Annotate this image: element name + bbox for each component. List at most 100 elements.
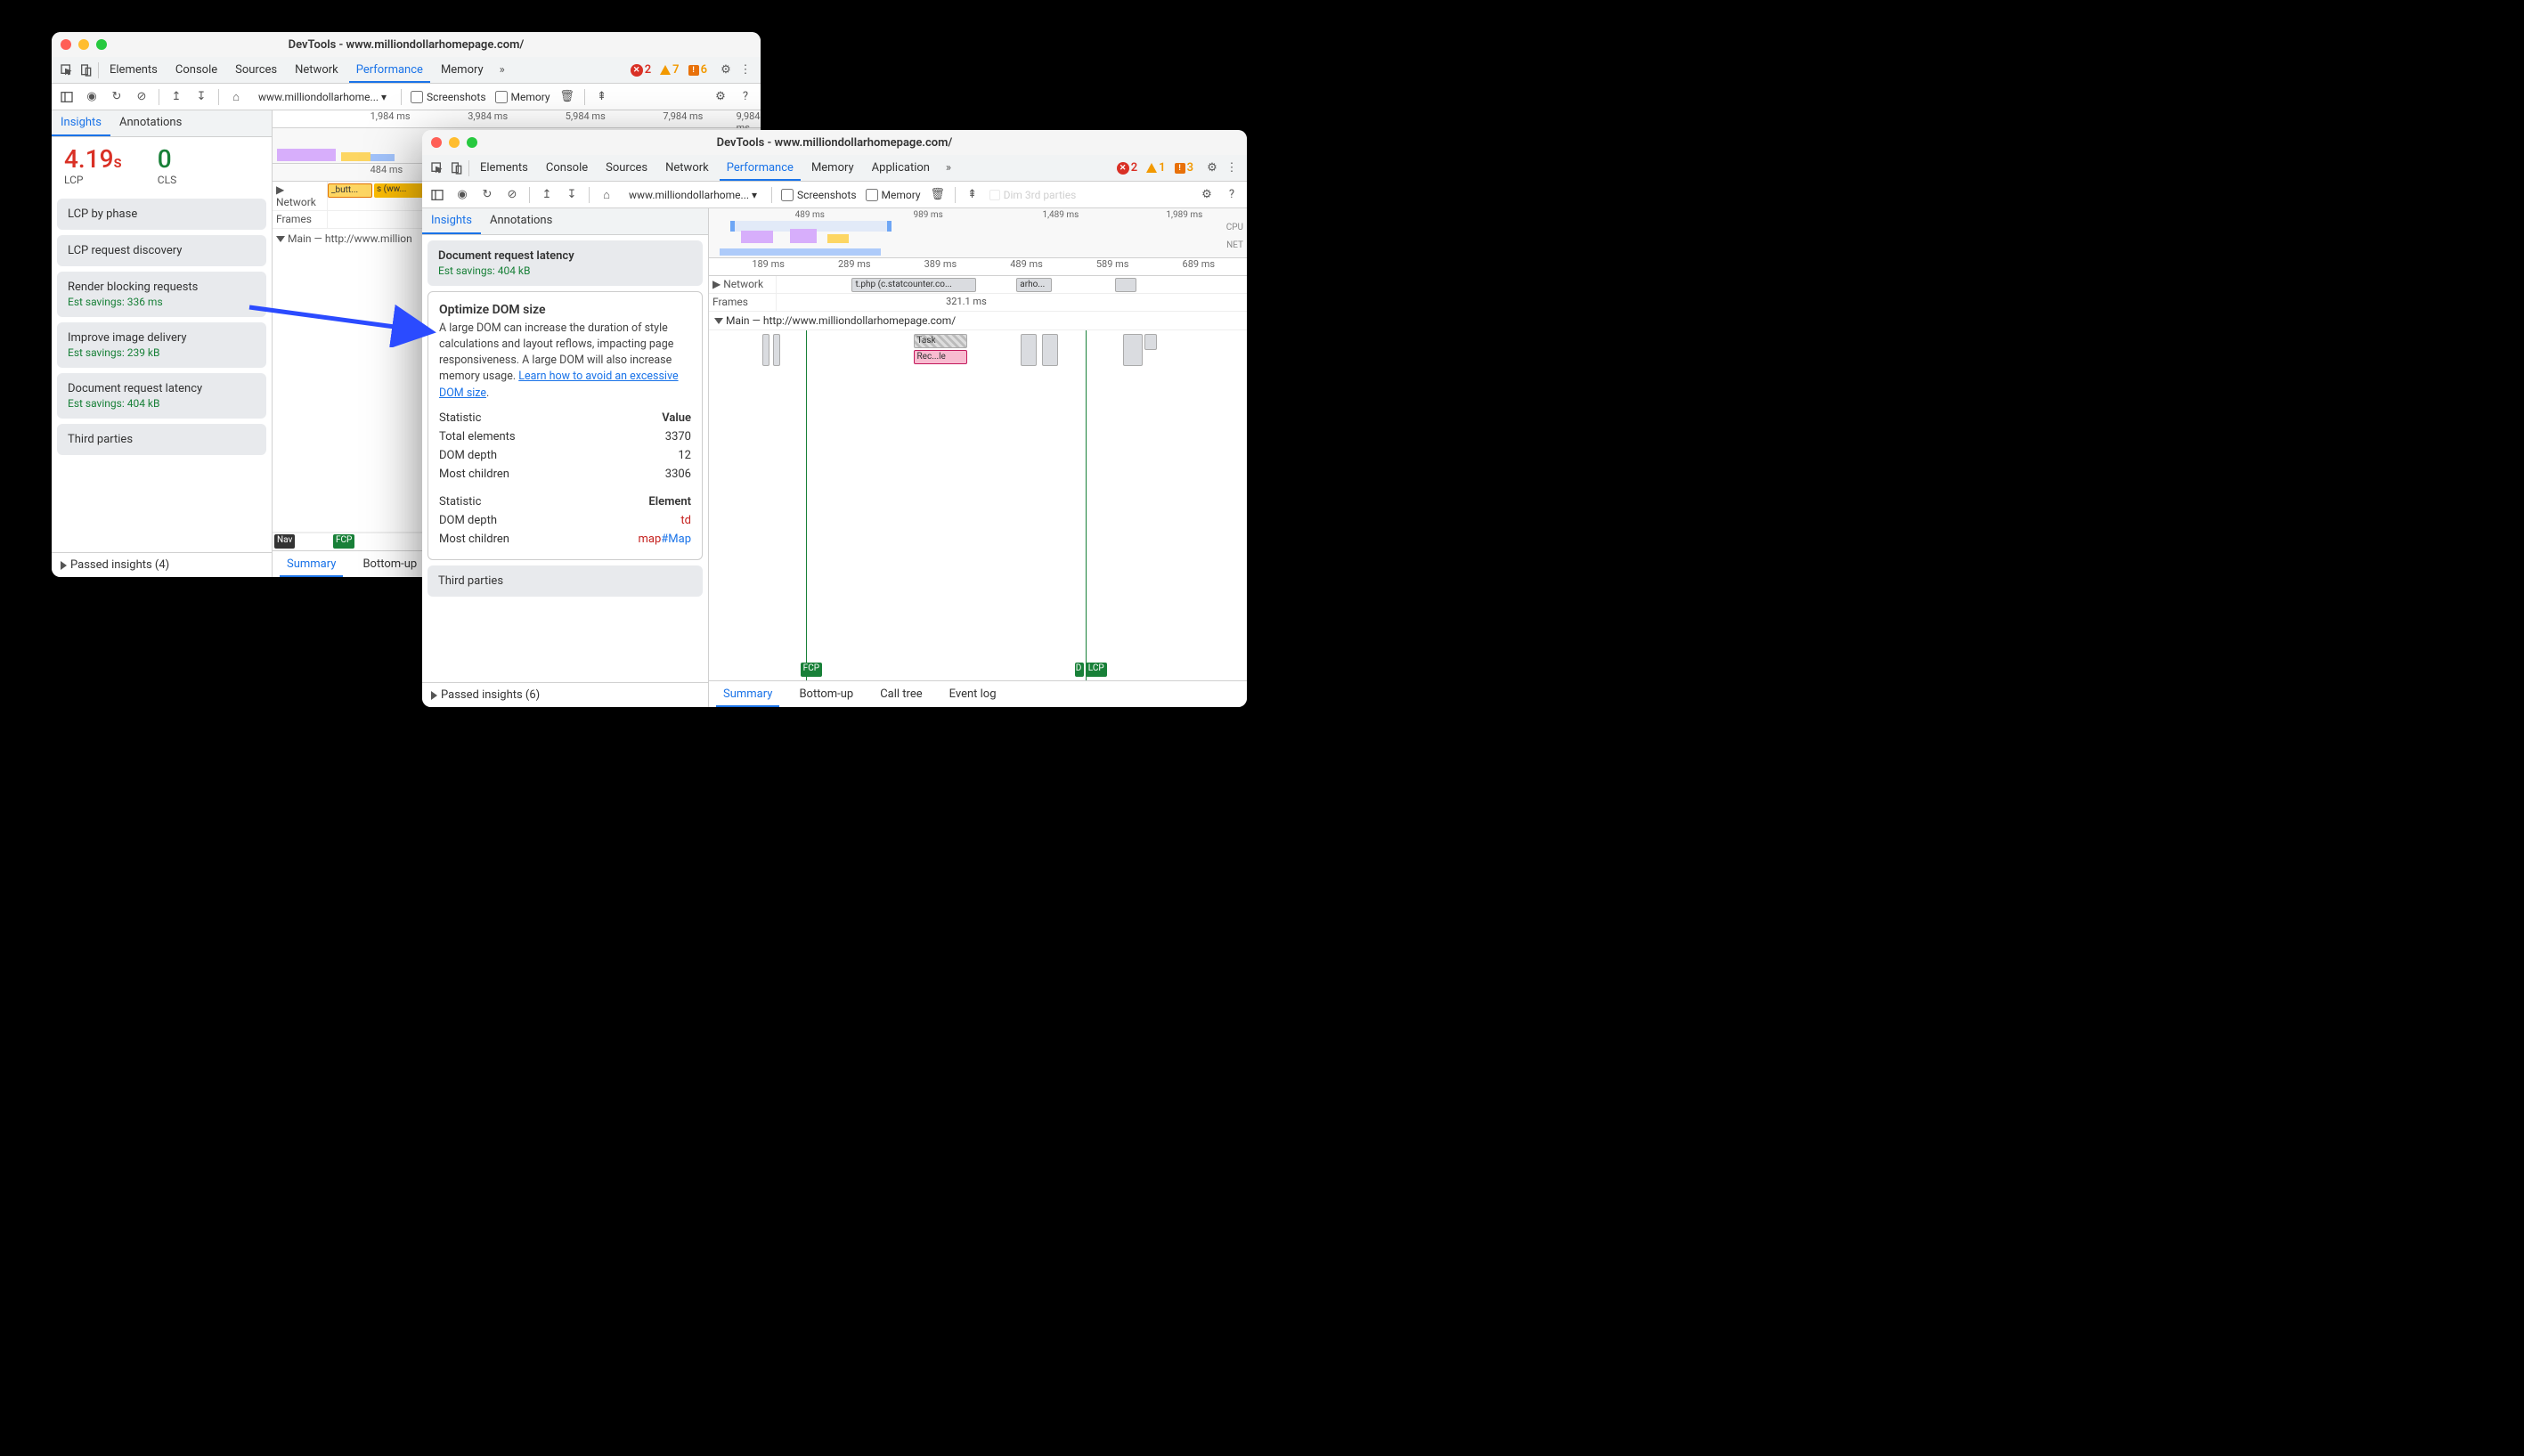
- minimize-icon[interactable]: [449, 137, 460, 148]
- screenshots-checkbox[interactable]: Screenshots: [781, 189, 856, 201]
- screenshots-checkbox[interactable]: Screenshots: [411, 91, 485, 103]
- tab-bottom-up[interactable]: Bottom-up: [792, 682, 860, 706]
- maximize-icon[interactable]: [96, 39, 107, 50]
- passed-insights-toggle[interactable]: Passed insights (4): [52, 552, 272, 577]
- flamechart-area[interactable]: Task Rec...le FCP D LCP: [709, 330, 1247, 680]
- kebab-icon[interactable]: ⋮: [737, 62, 753, 78]
- warning-badge[interactable]: 7: [660, 63, 679, 77]
- tab-event-log[interactable]: Event log: [942, 682, 1004, 706]
- tab-sources[interactable]: Sources: [228, 58, 284, 82]
- overview-ruler[interactable]: 1,984 ms 3,984 ms 5,984 ms 7,984 ms 9,98…: [273, 110, 761, 128]
- help-icon[interactable]: ?: [737, 89, 753, 105]
- upload-icon[interactable]: ↥: [539, 187, 555, 203]
- network-track[interactable]: ▶ Network t.php (c.statcounter.co... arh…: [709, 276, 1247, 294]
- help-icon[interactable]: ?: [1224, 187, 1240, 203]
- maximize-icon[interactable]: [467, 137, 477, 148]
- device-icon[interactable]: [78, 62, 94, 78]
- gear-icon[interactable]: ⚙: [718, 62, 734, 78]
- tab-memory[interactable]: Memory: [434, 58, 491, 82]
- error-badge[interactable]: ✕2: [631, 63, 651, 77]
- home-icon[interactable]: ⌂: [598, 187, 615, 203]
- device-icon[interactable]: [449, 160, 465, 176]
- collapse-icon[interactable]: ⇞: [594, 89, 610, 105]
- overview-minimap[interactable]: 489 ms 989 ms 1,489 ms 1,989 ms CPU NET: [709, 208, 1247, 258]
- insight-card[interactable]: Third parties: [57, 424, 266, 455]
- download-icon[interactable]: ↧: [564, 187, 580, 203]
- close-icon[interactable]: [431, 137, 442, 148]
- timeline-panel[interactable]: 489 ms 989 ms 1,489 ms 1,989 ms CPU NET …: [709, 208, 1247, 707]
- tab-console[interactable]: Console: [168, 58, 224, 82]
- url-selector[interactable]: www.milliondollarhome... ▾: [253, 89, 392, 105]
- record-icon[interactable]: ◉: [84, 89, 100, 105]
- element-stat-row[interactable]: Most childrenmap#Map: [439, 530, 691, 549]
- insight-card[interactable]: Document request latencyEst savings: 404…: [57, 373, 266, 419]
- minimize-icon[interactable]: [78, 39, 89, 50]
- cls-metric[interactable]: 0 CLS: [158, 144, 176, 186]
- tab-performance[interactable]: Performance: [720, 156, 801, 181]
- record-icon[interactable]: ◉: [454, 187, 470, 203]
- passed-insights-toggle[interactable]: Passed insights (6): [422, 682, 708, 707]
- tab-insights[interactable]: Insights: [52, 110, 110, 136]
- collapse-icon[interactable]: ⇞: [965, 187, 981, 203]
- close-icon[interactable]: [61, 39, 71, 50]
- tab-call-tree[interactable]: Call tree: [873, 682, 929, 706]
- memory-checkbox[interactable]: Memory: [495, 91, 550, 103]
- lcp-metric[interactable]: 4.19s LCP: [64, 144, 122, 186]
- tab-application[interactable]: Application: [865, 156, 937, 180]
- main-track-header[interactable]: Main — http://www.milliondollarhomepage.…: [709, 312, 1247, 330]
- detail-tabs: Summary Bottom-up Call tree Event log: [709, 680, 1247, 707]
- gear-icon[interactable]: ⚙: [712, 89, 729, 105]
- tab-summary[interactable]: Summary: [280, 552, 343, 577]
- tab-insights[interactable]: Insights: [422, 208, 481, 234]
- stat-row: Total elements3370: [439, 427, 691, 446]
- tab-network[interactable]: Network: [658, 156, 716, 180]
- insight-card[interactable]: Improve image deliveryEst savings: 239 k…: [57, 322, 266, 368]
- gear-icon[interactable]: ⚙: [1199, 187, 1215, 203]
- inspect-icon[interactable]: [59, 62, 75, 78]
- tab-network[interactable]: Network: [288, 58, 346, 82]
- inspect-icon[interactable]: [429, 160, 445, 176]
- tab-performance[interactable]: Performance: [349, 58, 430, 83]
- tab-annotations[interactable]: Annotations: [481, 208, 561, 234]
- memory-checkbox[interactable]: Memory: [866, 189, 921, 201]
- insight-card-doc-latency[interactable]: Document request latency Est savings: 40…: [427, 240, 703, 286]
- more-tabs-icon[interactable]: »: [494, 62, 510, 78]
- reload-icon[interactable]: ↻: [109, 89, 125, 105]
- element-stat-row[interactable]: DOM depthtd: [439, 511, 691, 530]
- tab-bottom-up[interactable]: Bottom-up: [355, 552, 424, 576]
- flame-ruler[interactable]: 189 ms 289 ms 389 ms 489 ms 589 ms 689 m…: [709, 258, 1247, 276]
- url-selector[interactable]: www.milliondollarhome... ▾: [623, 187, 762, 203]
- download-icon[interactable]: ↧: [193, 89, 209, 105]
- trash-icon[interactable]: 🗑: [559, 89, 575, 105]
- toggle-panel-icon[interactable]: [429, 187, 445, 203]
- frames-track[interactable]: Frames 321.1 ms: [709, 294, 1247, 312]
- insight-card[interactable]: LCP request discovery: [57, 235, 266, 266]
- insight-card[interactable]: Render blocking requestsEst savings: 336…: [57, 272, 266, 317]
- tab-elements[interactable]: Elements: [473, 156, 535, 180]
- issues-badge[interactable]: !6: [688, 63, 707, 77]
- home-icon[interactable]: ⌂: [228, 89, 244, 105]
- upload-icon[interactable]: ↥: [168, 89, 184, 105]
- tab-memory[interactable]: Memory: [804, 156, 861, 180]
- dim-third-parties[interactable]: Dim 3rd parties: [989, 189, 1077, 201]
- clear-icon[interactable]: ⊘: [134, 89, 150, 105]
- more-tabs-icon[interactable]: »: [940, 160, 957, 176]
- tab-elements[interactable]: Elements: [102, 58, 165, 82]
- reload-icon[interactable]: ↻: [479, 187, 495, 203]
- clear-icon[interactable]: ⊘: [504, 187, 520, 203]
- main-tabbar: Elements Console Sources Network Perform…: [422, 155, 1247, 182]
- tab-summary[interactable]: Summary: [716, 682, 779, 707]
- insight-card-optimize-dom[interactable]: Optimize DOM size A large DOM can increa…: [427, 291, 703, 560]
- insight-card[interactable]: LCP by phase: [57, 199, 266, 230]
- tab-sources[interactable]: Sources: [598, 156, 655, 180]
- tab-console[interactable]: Console: [539, 156, 595, 180]
- trash-icon[interactable]: 🗑: [930, 187, 946, 203]
- kebab-icon[interactable]: ⋮: [1224, 160, 1240, 176]
- error-badge[interactable]: ✕2: [1117, 161, 1137, 175]
- gear-icon[interactable]: ⚙: [1204, 160, 1220, 176]
- warning-badge[interactable]: 1: [1146, 161, 1165, 175]
- insight-card-third-parties[interactable]: Third parties: [427, 565, 703, 597]
- tab-annotations[interactable]: Annotations: [110, 110, 191, 136]
- toggle-panel-icon[interactable]: [59, 89, 75, 105]
- issues-badge[interactable]: !3: [1175, 161, 1193, 175]
